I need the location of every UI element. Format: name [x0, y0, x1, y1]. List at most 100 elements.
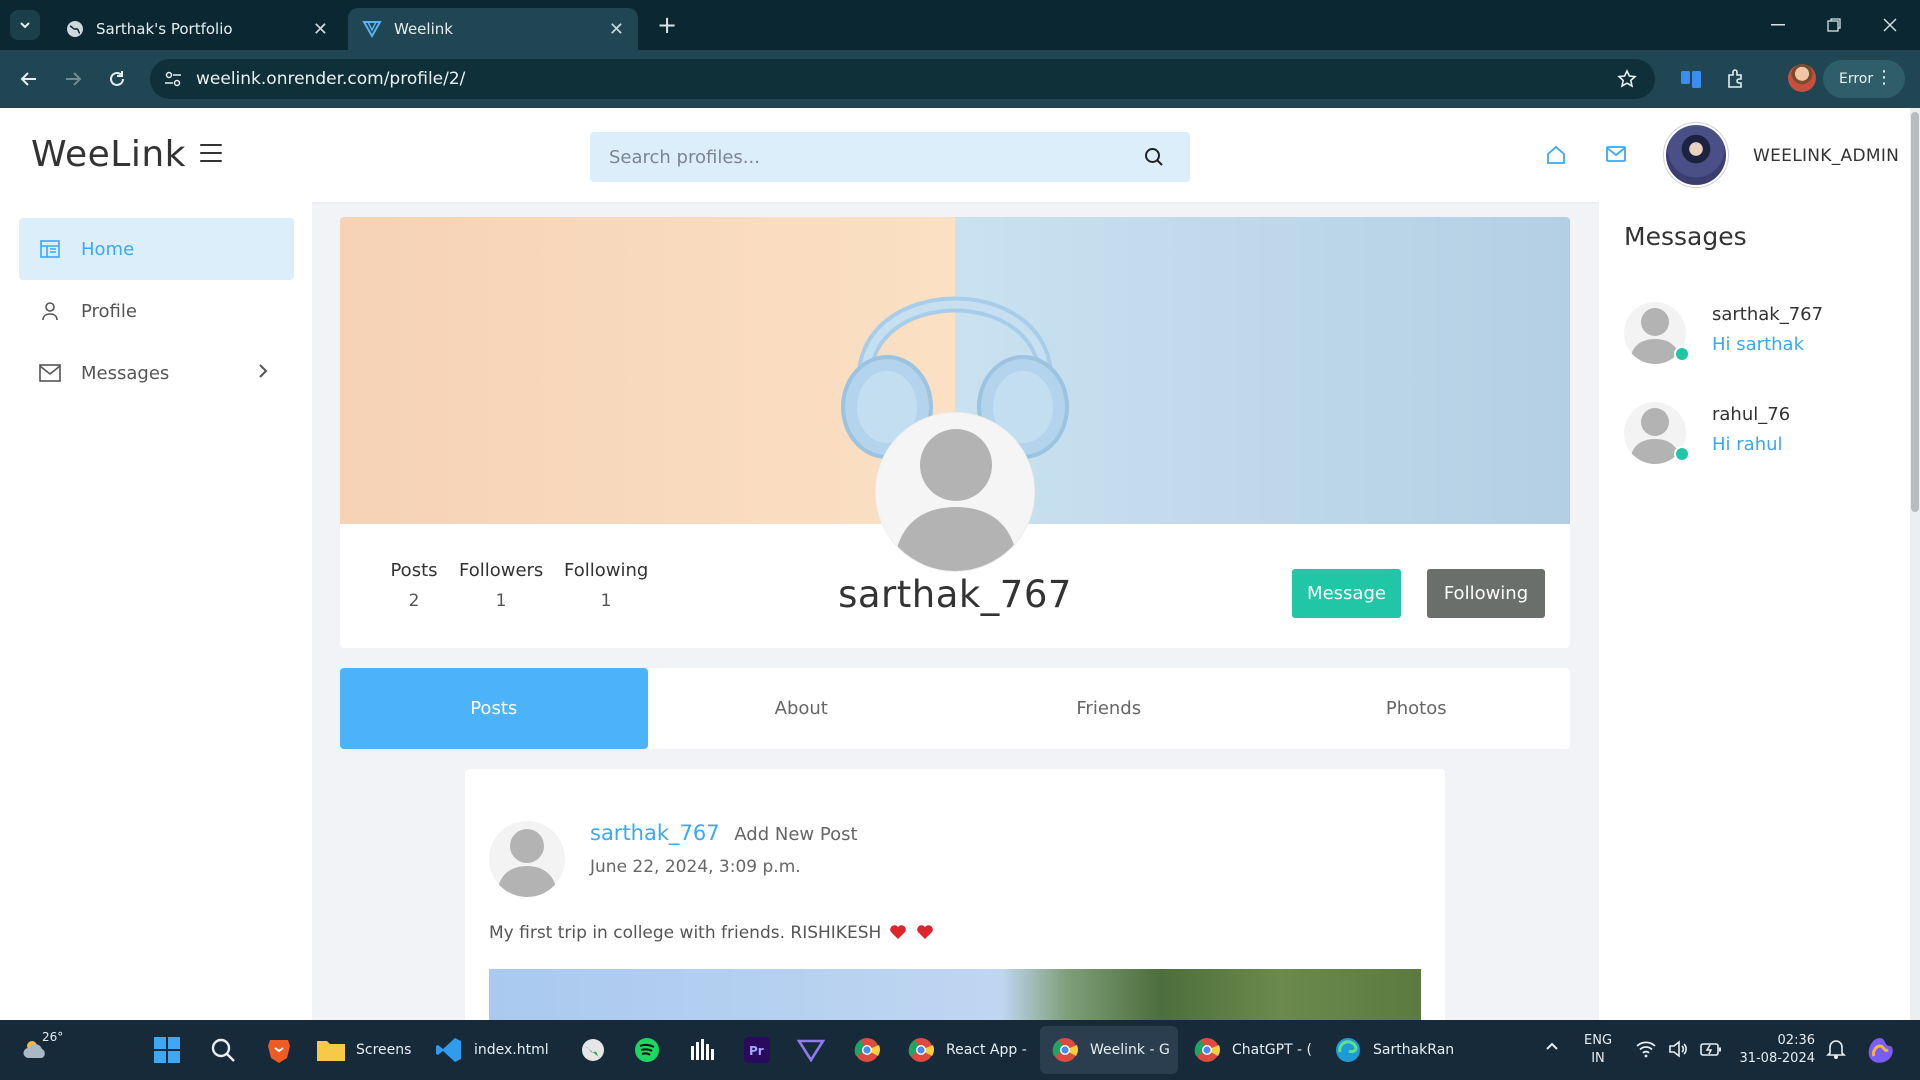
tab-photos[interactable]: Photos	[1263, 668, 1571, 749]
search-input[interactable]	[609, 146, 1129, 168]
taskbar-weelink[interactable]: Weelink - G	[1050, 1034, 1170, 1066]
menu-kebab-icon[interactable]: ⋮	[1875, 68, 1893, 88]
post-date: June 22, 2024, 3:09 p.m.	[590, 857, 801, 877]
browser-tab-weelink[interactable]: Weelink ✕	[348, 8, 638, 50]
sidebar-item-label: Messages	[81, 362, 170, 384]
taskbar-brave[interactable]	[264, 1034, 294, 1066]
forward-button[interactable]	[58, 64, 88, 94]
weather-widget[interactable]: 26°	[22, 1030, 63, 1066]
page-scrollbar[interactable]	[1910, 108, 1920, 1020]
user-avatar[interactable]	[1664, 123, 1728, 187]
close-window-button[interactable]	[1862, 0, 1918, 50]
search-icon[interactable]	[1144, 147, 1164, 167]
arrow-left-icon	[20, 72, 36, 86]
taskbar-react-app[interactable]: React App -	[906, 1034, 1027, 1066]
copilot-icon[interactable]	[1864, 1034, 1896, 1064]
system-tray-icons[interactable]	[1636, 1040, 1722, 1058]
post-author-link[interactable]: sarthak_767	[590, 821, 720, 845]
restore-button[interactable]	[1806, 0, 1862, 50]
scrollbar-thumb[interactable]	[1911, 112, 1919, 512]
windows-logo-icon	[152, 1035, 182, 1065]
taskbar-edge[interactable]: SarthakRan	[1333, 1034, 1454, 1066]
start-button[interactable]	[152, 1034, 182, 1066]
tab-friends[interactable]: Friends	[955, 668, 1263, 749]
minimize-button[interactable]	[1750, 0, 1806, 50]
new-tab-button[interactable]: +	[652, 10, 682, 40]
post-author-avatar[interactable]	[489, 821, 565, 897]
post-header: sarthak_767 Add New Post	[590, 821, 858, 845]
following-button[interactable]: Following	[1427, 569, 1545, 618]
lang-primary: ENG	[1584, 1033, 1613, 1048]
taskbar-vscode[interactable]: index.html	[434, 1034, 549, 1066]
mail-icon[interactable]	[1605, 144, 1627, 164]
message-item[interactable]: sarthak_767 Hi sarthak	[1624, 302, 1894, 372]
language-indicator[interactable]: ENG IN	[1584, 1032, 1612, 1068]
edge-browser-icon	[1333, 1035, 1363, 1065]
online-status-dot	[1674, 446, 1690, 462]
tab-posts[interactable]: Posts	[340, 668, 648, 749]
messages-panel-title: Messages	[1624, 222, 1747, 251]
windows-taskbar: 26° Screens index.html Pr React App - We…	[0, 1020, 1920, 1080]
sidebar-item-home[interactable]: Home	[19, 218, 294, 280]
taskbar-label: Weelink - G	[1090, 1042, 1170, 1058]
show-hidden-icons-button[interactable]	[1544, 1038, 1560, 1054]
back-button[interactable]	[14, 64, 44, 94]
chrome-icon	[1050, 1035, 1080, 1065]
address-bar[interactable]: weelink.onrender.com/profile/2/	[150, 59, 1655, 99]
taskbar-file-explorer[interactable]: Screens	[316, 1034, 411, 1066]
post-photo[interactable]	[489, 969, 1421, 1020]
profile-avatar[interactable]	[875, 412, 1035, 572]
browser-tab-strip: Sarthak's Portfolio ✕ Weelink ✕ +	[0, 0, 1920, 50]
post-action: Add New Post	[734, 824, 858, 845]
taskbar-chatgpt[interactable]: ChatGPT - (	[1192, 1034, 1312, 1066]
browser-profile-avatar[interactable]	[1788, 64, 1816, 92]
notification-bell-icon[interactable]	[1826, 1038, 1846, 1060]
chevron-up-icon	[1546, 1042, 1558, 1050]
reload-button[interactable]	[102, 64, 132, 94]
web-page: WeeLink WEELINK_ADMIN Home Profile	[0, 108, 1920, 1020]
taskbar-audio-app[interactable]	[687, 1034, 717, 1066]
svg-text:Pr: Pr	[749, 1044, 764, 1058]
taskbar-chrome[interactable]	[852, 1034, 882, 1066]
extensions-puzzle-icon[interactable]	[1721, 64, 1751, 94]
tab-title: Weelink	[394, 20, 453, 38]
premiere-pro-icon: Pr	[742, 1035, 772, 1065]
tab-search-button[interactable]	[10, 10, 40, 40]
clock[interactable]: 02:36 31-08-2024	[1735, 1032, 1815, 1068]
home-icon[interactable]	[1545, 144, 1567, 166]
reload-icon	[110, 71, 124, 86]
site-logo[interactable]: WeeLink	[31, 134, 186, 175]
dashboard-icon	[39, 240, 61, 258]
chrome-icon	[852, 1035, 882, 1065]
taskbar-proton-vpn[interactable]	[796, 1034, 826, 1066]
taskbar-spotify[interactable]	[632, 1034, 662, 1066]
bar-chart-icon	[687, 1035, 717, 1065]
message-button[interactable]: Message	[1292, 569, 1401, 618]
close-tab-icon[interactable]: ✕	[313, 19, 328, 40]
taskbar-search-button[interactable]	[208, 1034, 238, 1066]
default-user-icon	[497, 829, 557, 897]
close-tab-icon[interactable]: ✕	[609, 19, 624, 40]
tab-about[interactable]: About	[648, 668, 956, 749]
weather-temp: 26°	[42, 1030, 64, 1044]
taskbar-label: React App -	[946, 1042, 1027, 1058]
message-item[interactable]: rahul_76 Hi rahul	[1624, 402, 1894, 472]
volume-icon	[1669, 1040, 1687, 1058]
message-sender: sarthak_767	[1712, 304, 1824, 325]
sidebar-item-profile[interactable]: Profile	[19, 280, 294, 342]
search-icon	[208, 1035, 238, 1065]
header-username[interactable]: WEELINK_ADMIN	[1753, 146, 1899, 166]
vscode-icon	[434, 1035, 464, 1065]
profile-card: Posts 2 Followers 1 Following 1 sarthak_…	[340, 217, 1570, 648]
extension-trello-icon[interactable]	[1676, 64, 1706, 94]
hamburger-menu-icon[interactable]	[200, 144, 222, 162]
error-chip-label: Error	[1839, 71, 1874, 87]
taskbar-premiere[interactable]: Pr	[742, 1034, 772, 1066]
browser-tab-portfolio[interactable]: Sarthak's Portfolio ✕	[52, 8, 342, 50]
taskbar-label: ChatGPT - (	[1232, 1042, 1312, 1058]
vpn-triangle-icon	[796, 1035, 826, 1065]
globe-icon	[67, 21, 83, 37]
taskbar-vpn[interactable]	[578, 1034, 608, 1066]
browser-error-chip[interactable]: Error ⋮	[1823, 60, 1905, 98]
sidebar-item-messages[interactable]: Messages	[19, 342, 294, 404]
